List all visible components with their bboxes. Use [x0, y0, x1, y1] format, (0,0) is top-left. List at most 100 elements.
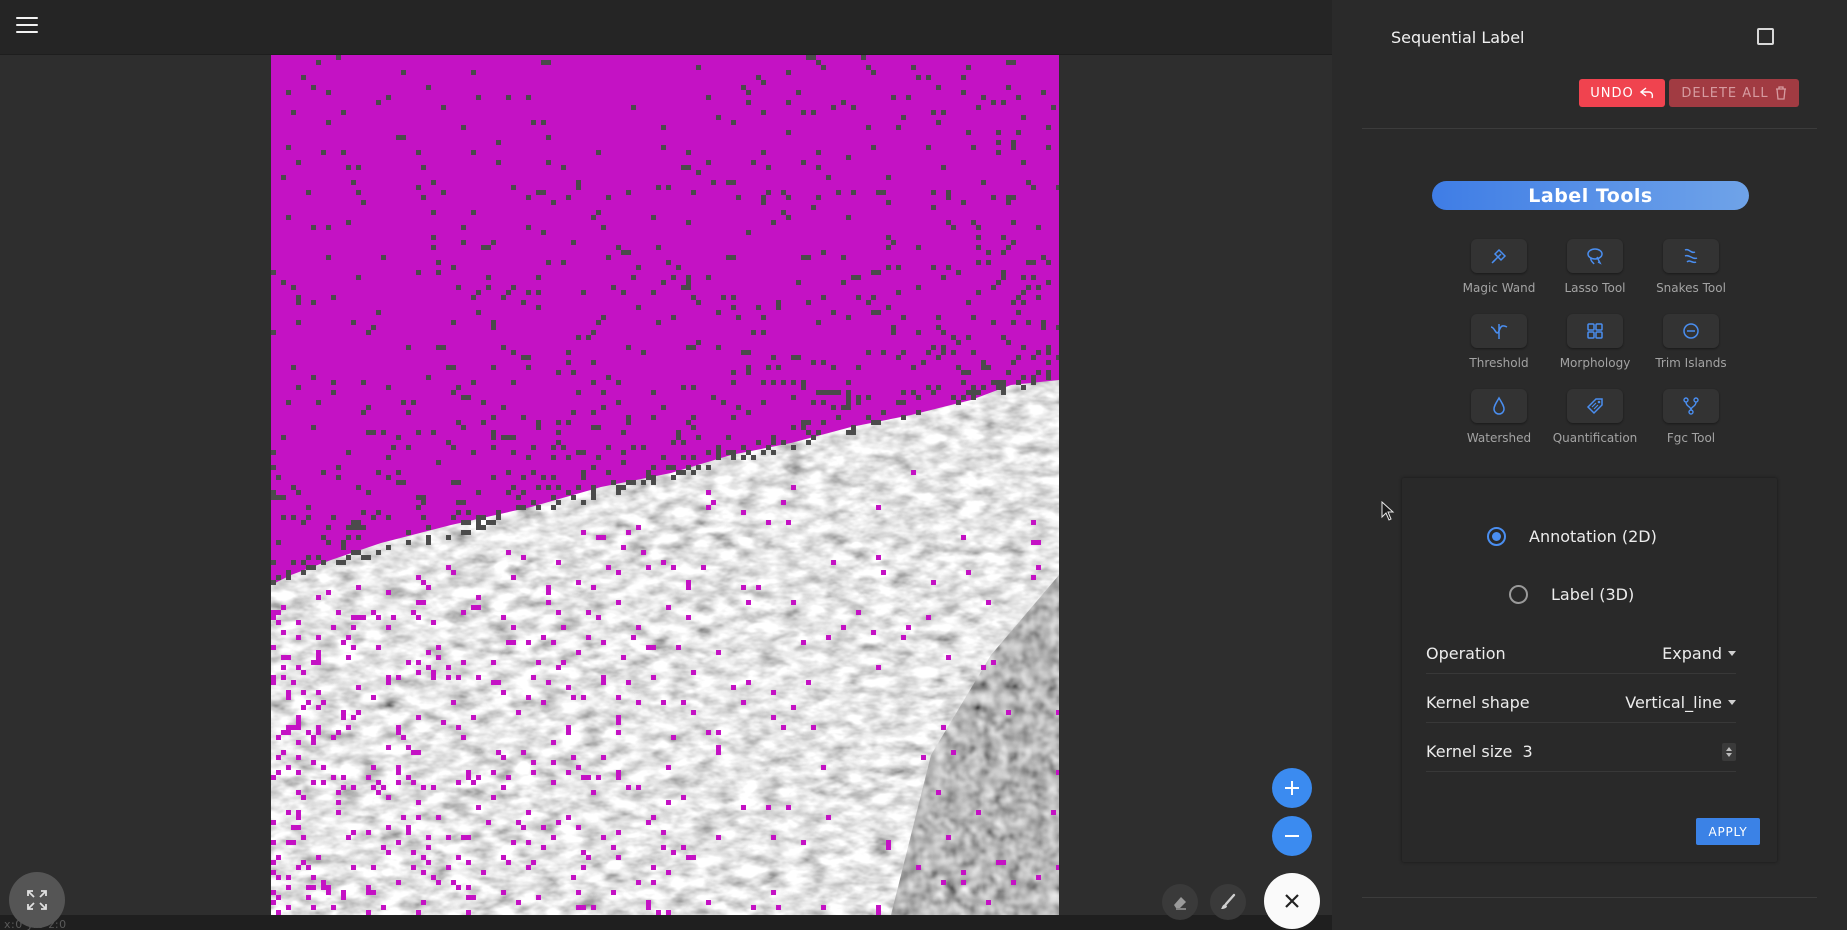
kernel-shape-select[interactable]: Vertical_line	[1625, 693, 1736, 712]
label-speckle	[491, 660, 496, 665]
label-speckle	[621, 655, 626, 660]
dark-speckle	[761, 200, 766, 205]
delete-all-button[interactable]: DELETE ALL	[1669, 79, 1799, 107]
image-viewer[interactable]: x:0 y:0 z:0	[0, 0, 1332, 930]
label-speckle	[301, 690, 306, 695]
label-speckle	[591, 790, 596, 795]
dark-speckle	[901, 390, 906, 395]
dark-speckle	[321, 560, 326, 565]
dark-speckle	[771, 440, 776, 445]
tool-lasso[interactable]: Lasso Tool	[1548, 239, 1642, 295]
tool-magic-wand[interactable]: Magic Wand	[1452, 239, 1546, 295]
dark-speckle	[356, 275, 361, 280]
label-speckle	[671, 565, 676, 570]
label-speckle	[311, 875, 316, 880]
sequential-label-checkbox[interactable]	[1757, 28, 1774, 45]
fullscreen-button[interactable]	[9, 872, 65, 928]
label-speckle	[331, 775, 336, 780]
label-speckle	[296, 825, 301, 830]
operation-select[interactable]: Expand	[1662, 644, 1736, 663]
label-speckle	[981, 665, 986, 670]
label-speckle	[856, 610, 861, 615]
mode-label-3d[interactable]: Label (3D)	[1509, 585, 1634, 604]
label-speckle	[351, 785, 356, 790]
dark-speckle	[436, 460, 441, 465]
dark-speckle	[746, 370, 751, 375]
dark-speckle	[861, 55, 866, 60]
label-speckle	[576, 905, 581, 910]
dark-speckle	[821, 250, 826, 255]
dark-speckle	[1016, 355, 1021, 360]
dark-speckle	[746, 90, 751, 95]
dark-speckle	[351, 320, 356, 325]
delete-all-label: DELETE ALL	[1681, 85, 1769, 101]
dark-speckle	[631, 480, 636, 485]
kernel-shape-label: Kernel shape	[1426, 693, 1530, 712]
dark-speckle	[1046, 260, 1051, 265]
image-canvas[interactable]	[271, 55, 1059, 915]
apply-button[interactable]: APPLY	[1696, 818, 1760, 845]
close-button[interactable]	[1264, 873, 1320, 929]
label-speckle	[271, 610, 276, 615]
dark-speckle	[381, 430, 386, 435]
tool-fgc[interactable]: Fgc Tool	[1644, 389, 1738, 445]
tool-quantification[interactable]: Quantification	[1548, 389, 1642, 445]
dark-speckle	[651, 215, 656, 220]
tool-trim-islands[interactable]: Trim Islands	[1644, 314, 1738, 370]
dark-speckle	[1016, 310, 1021, 315]
dark-speckle	[891, 330, 896, 335]
kernel-size-input[interactable]: 3	[1523, 742, 1533, 761]
dark-speckle	[661, 145, 666, 150]
label-speckle	[951, 750, 956, 755]
tool-morphology[interactable]: Morphology	[1548, 314, 1642, 370]
dark-speckle	[991, 195, 996, 200]
label-speckle	[496, 750, 501, 755]
label-tools-title: Label Tools	[1432, 181, 1749, 210]
dark-speckle	[696, 435, 701, 440]
dark-speckle	[786, 130, 791, 135]
dark-speckle	[526, 355, 531, 360]
label-speckle	[421, 785, 426, 790]
dark-speckle	[456, 510, 461, 515]
eraser-button[interactable]	[1162, 884, 1198, 920]
mode-annotation-2d[interactable]: Annotation (2D)	[1487, 527, 1657, 546]
kernel-size-stepper[interactable]	[1722, 742, 1736, 761]
zoom-in-button[interactable]	[1272, 768, 1312, 808]
label-speckle	[376, 615, 381, 620]
zoom-out-button[interactable]	[1272, 816, 1312, 856]
label-speckle	[416, 670, 421, 675]
label-speckle	[341, 710, 346, 715]
undo-button[interactable]: UNDO	[1579, 79, 1665, 107]
dark-speckle	[961, 370, 966, 375]
trash-icon	[1775, 86, 1786, 100]
kernel-size-group[interactable]: Kernel size 3	[1426, 742, 1533, 761]
dark-speckle	[976, 225, 981, 230]
menu-icon[interactable]	[16, 17, 38, 35]
dark-speckle	[551, 200, 556, 205]
tool-threshold[interactable]: Threshold	[1452, 314, 1546, 370]
dark-speckle	[576, 390, 581, 395]
dark-speckle	[851, 190, 856, 195]
dark-speckle	[1011, 240, 1016, 245]
dark-speckle	[311, 225, 316, 230]
label-speckle	[581, 695, 586, 700]
brush-button[interactable]	[1210, 884, 1246, 920]
label-speckle	[316, 690, 321, 695]
tool-watershed[interactable]: Watershed	[1452, 389, 1546, 445]
dark-speckle	[451, 320, 456, 325]
dark-speckle	[616, 400, 621, 405]
dark-speckle	[1031, 355, 1036, 360]
dark-speckle	[466, 520, 471, 525]
dark-speckle	[656, 245, 661, 250]
dark-speckle	[946, 220, 951, 225]
label-speckle	[791, 485, 796, 490]
dark-speckle	[741, 85, 746, 90]
dark-speckle	[906, 95, 911, 100]
tool-snakes[interactable]: Snakes Tool	[1644, 239, 1738, 295]
dark-speckle	[836, 415, 841, 420]
dark-speckle	[341, 545, 346, 550]
label-speckle	[561, 660, 566, 665]
label-speckle	[271, 675, 276, 680]
label-speckle	[416, 575, 421, 580]
dark-speckle	[1006, 195, 1011, 200]
